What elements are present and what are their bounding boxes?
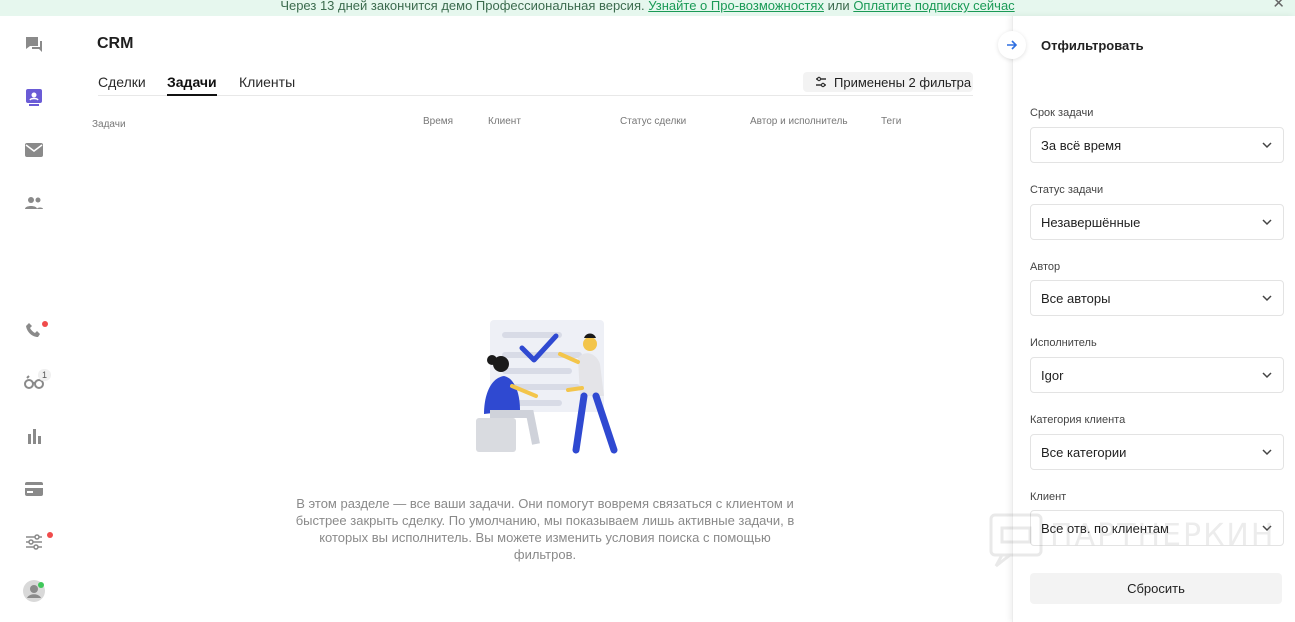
filter-label-author: Автор [1030,261,1061,273]
filter-label-task-status: Статус задачи [1030,184,1104,196]
client-category-select[interactable]: Все категории [1030,434,1284,470]
banner-text: Через 13 дней закончится демо Профессион… [280,0,645,13]
filter-button-label: Применены 2 фильтра [834,74,972,90]
tab-deals[interactable]: Сделки [98,74,146,90]
column-header-author-assignee[interactable]: Автор и исполнитель [750,116,848,127]
task-deadline-value: За всё время [1041,137,1122,153]
empty-state-text: В этом разделе — все ваши задачи. Они по… [295,496,795,562]
filter-label-client: Клиент [1030,491,1067,503]
glasses-badge: 1 [38,369,52,381]
contacts-icon[interactable] [22,191,46,215]
chevron-down-icon [1262,449,1272,456]
mail-icon[interactable] [22,138,46,162]
column-header-time[interactable]: Время [423,116,453,127]
author-value: Все авторы [1041,290,1111,306]
stats-icon[interactable] [22,424,46,448]
filter-label-assignee: Исполнитель [1030,337,1097,349]
column-header-client[interactable]: Клиент [488,116,521,127]
column-header-tags[interactable]: Теги [881,116,901,127]
chevron-down-icon [1262,525,1272,532]
tab-tasks[interactable]: Задачи [167,74,217,96]
task-status-select[interactable]: Незавершённые [1030,204,1284,240]
chevron-down-icon [1262,372,1272,379]
sidebar: 1 [0,16,68,622]
column-header-deal-status[interactable]: Статус сделки [620,116,686,127]
arrow-right-icon [1007,40,1018,50]
task-deadline-select[interactable]: За всё время [1030,127,1284,163]
online-status-dot [38,582,44,588]
banner-connector: или [827,0,850,13]
close-filter-panel-button[interactable] [998,31,1026,59]
banner-close-button[interactable]: ✕ [1272,0,1285,11]
client-value: Все отв. по клиентам [1041,520,1169,536]
pay-subscription-link[interactable]: Оплатите подписку сейчас [853,0,1014,13]
chat-icon[interactable] [22,33,46,57]
tab-clients[interactable]: Клиенты [239,74,295,90]
billing-icon[interactable] [22,477,46,501]
pro-features-link[interactable]: Узнайте о Про-возможностях [648,0,824,13]
reset-filters-button[interactable]: Сбросить [1030,573,1282,604]
client-category-value: Все категории [1041,444,1127,460]
chevron-down-icon [1262,142,1272,149]
author-select[interactable]: Все авторы [1030,280,1284,316]
settings-notification-dot [47,532,53,538]
applied-filters-button[interactable]: Применены 2 фильтра [803,72,973,92]
task-status-value: Незавершённые [1041,214,1141,230]
filter-label-task-deadline: Срок задачи [1030,107,1094,119]
assignee-value: Igor [1041,367,1064,383]
phone-notification-dot [42,321,48,327]
filter-panel-title: Отфильтровать [1041,38,1144,53]
chevron-down-icon [1262,219,1272,226]
filter-icon [816,76,826,88]
column-header-tasks[interactable]: Задачи [92,119,126,130]
client-select[interactable]: Все отв. по клиентам [1030,510,1284,546]
empty-tasks-illustration [476,320,618,454]
crm-icon[interactable] [22,85,46,109]
trial-banner: Через 13 дней закончится демо Профессион… [0,0,1295,16]
page-title: CRM [97,35,134,52]
chevron-down-icon [1262,295,1272,302]
assignee-select[interactable]: Igor [1030,357,1284,393]
settings-icon[interactable] [22,530,46,554]
filter-label-client-category: Категория клиента [1030,414,1126,426]
